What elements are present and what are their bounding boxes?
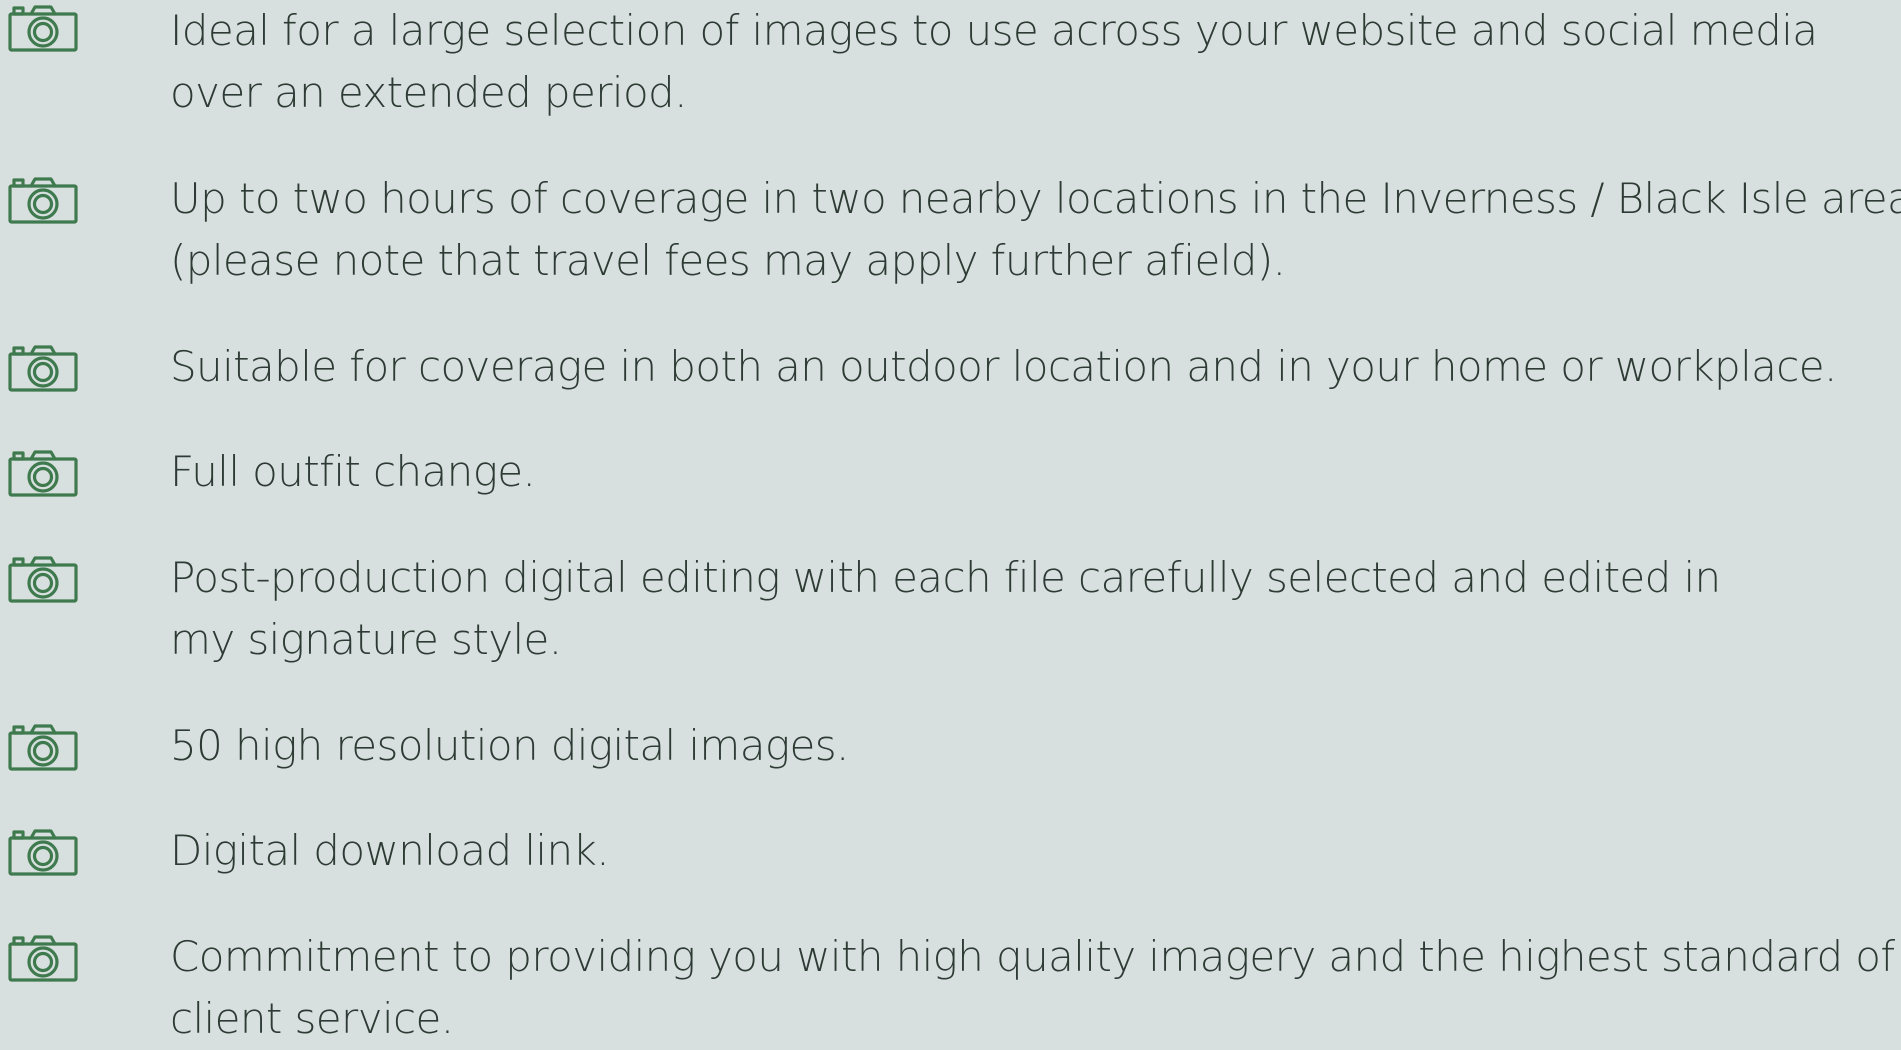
camera-icon — [8, 828, 78, 876]
feature-text: Up to two hours of coverage in two nearb… — [170, 174, 1901, 285]
feature-text: 50 high resolution digital images. — [170, 721, 849, 770]
camera-icon — [8, 4, 78, 52]
feature-text: Post-production digital editing with eac… — [170, 553, 1721, 664]
camera-icon — [8, 934, 78, 982]
camera-icon — [8, 449, 78, 497]
camera-icon — [8, 176, 78, 224]
feature-text: Suitable for coverage in both an outdoor… — [170, 342, 1837, 391]
feature-text: Full outfit change. — [170, 447, 536, 496]
feature-text: Ideal for a large selection of images to… — [170, 6, 1818, 117]
feature-text: Digital download link. — [170, 826, 610, 875]
feature-list: Ideal for a large selection of images to… — [0, 0, 1901, 1043]
camera-icon — [8, 723, 78, 771]
feature-text: Commitment to providing you with high qu… — [170, 932, 1895, 1043]
camera-icon — [8, 344, 78, 392]
camera-icon — [8, 555, 78, 603]
